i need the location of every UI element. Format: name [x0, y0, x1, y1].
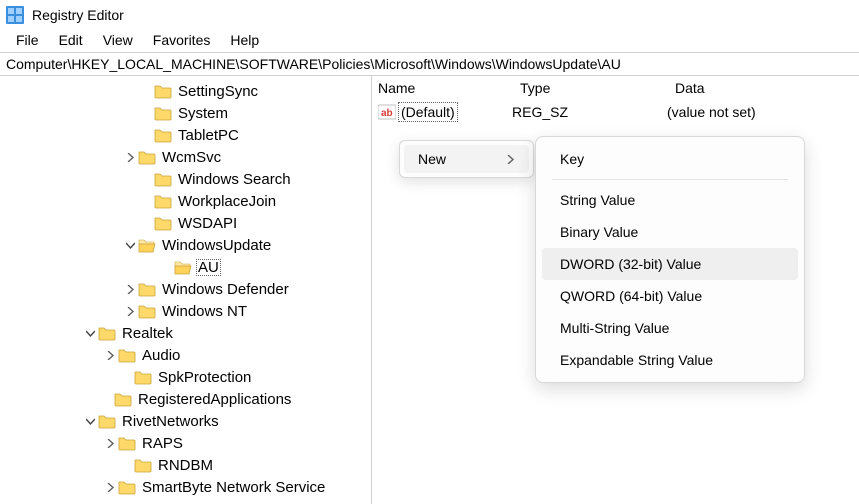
chevron-right-icon: [506, 151, 515, 167]
tree-item-selected-label: AU: [196, 259, 221, 276]
folder-open-icon: [174, 258, 192, 276]
tree-item-windows-search[interactable]: Windows Search: [2, 168, 371, 190]
chevron-right-icon[interactable]: [122, 278, 138, 300]
tree-item-tabletpc[interactable]: TabletPC: [2, 124, 371, 146]
folder-icon: [154, 192, 172, 210]
registry-editor-window: Registry Editor File Edit View Favorites…: [0, 0, 859, 504]
context-item-label: New: [418, 151, 446, 167]
regedit-app-icon: [6, 6, 24, 24]
tree-item-settingsync[interactable]: SettingSync: [2, 80, 371, 102]
folder-icon: [98, 324, 116, 342]
folder-icon: [118, 434, 136, 452]
address-bar[interactable]: Computer\HKEY_LOCAL_MACHINE\SOFTWARE\Pol…: [0, 52, 859, 76]
menu-separator: [552, 179, 788, 180]
tree-pane[interactable]: SettingSync System TabletPC WcmSvc Windo…: [0, 76, 372, 504]
tree-item-smartbyte[interactable]: SmartByte Network Service: [2, 476, 371, 498]
folder-icon: [154, 82, 172, 100]
menu-edit[interactable]: Edit: [49, 30, 93, 50]
column-headers: Name Type Data: [372, 76, 859, 100]
folder-icon: [154, 104, 172, 122]
tree-item-realtek[interactable]: Realtek: [2, 322, 371, 344]
value-row-default[interactable]: (Default) REG_SZ (value not set): [372, 100, 859, 124]
menubar: File Edit View Favorites Help: [0, 28, 859, 52]
tree-item-audio[interactable]: Audio: [2, 344, 371, 366]
string-value-icon: [378, 103, 396, 121]
address-path: Computer\HKEY_LOCAL_MACHINE\SOFTWARE\Pol…: [6, 56, 621, 72]
panes: SettingSync System TabletPC WcmSvc Windo…: [0, 76, 859, 504]
value-data: (value not set): [667, 104, 859, 120]
chevron-down-icon[interactable]: [122, 234, 138, 256]
tree-item-registeredapplications[interactable]: RegisteredApplications: [2, 388, 371, 410]
menu-file[interactable]: File: [6, 30, 49, 50]
window-title: Registry Editor: [32, 7, 124, 23]
menu-view[interactable]: View: [93, 30, 143, 50]
tree-item-au[interactable]: AU: [2, 256, 371, 278]
folder-icon: [134, 368, 152, 386]
titlebar: Registry Editor: [0, 0, 859, 28]
tree-item-rndbm[interactable]: RNDBM: [2, 454, 371, 476]
menu-favorites[interactable]: Favorites: [143, 30, 221, 50]
column-data[interactable]: Data: [669, 80, 859, 96]
chevron-right-icon[interactable]: [102, 432, 118, 454]
context-item-new[interactable]: New: [404, 145, 529, 173]
chevron-right-icon[interactable]: [102, 344, 118, 366]
submenu-dword-value[interactable]: DWORD (32-bit) Value: [542, 248, 798, 280]
context-menu: New: [399, 140, 534, 178]
chevron-right-icon[interactable]: [122, 146, 138, 168]
column-type[interactable]: Type: [514, 80, 669, 96]
submenu-qword-value[interactable]: QWORD (64-bit) Value: [542, 280, 798, 312]
folder-icon: [114, 390, 132, 408]
submenu-multi-string-value[interactable]: Multi-String Value: [542, 312, 798, 344]
folder-icon: [134, 456, 152, 474]
tree-item-spkprotection[interactable]: SpkProtection: [2, 366, 371, 388]
folder-icon: [118, 478, 136, 496]
folder-icon: [154, 214, 172, 232]
folder-icon: [154, 126, 172, 144]
value-type: REG_SZ: [512, 104, 667, 120]
tree-item-system[interactable]: System: [2, 102, 371, 124]
chevron-down-icon[interactable]: [82, 410, 98, 432]
menu-help[interactable]: Help: [220, 30, 269, 50]
submenu-string-value[interactable]: String Value: [542, 184, 798, 216]
tree-item-wsdapi[interactable]: WSDAPI: [2, 212, 371, 234]
folder-icon: [138, 148, 156, 166]
folder-open-icon: [138, 236, 156, 254]
chevron-right-icon[interactable]: [102, 476, 118, 498]
column-name[interactable]: Name: [372, 80, 514, 96]
tree-item-raps[interactable]: RAPS: [2, 432, 371, 454]
chevron-right-icon[interactable]: [122, 300, 138, 322]
submenu-expandable-string-value[interactable]: Expandable String Value: [542, 344, 798, 376]
submenu-key[interactable]: Key: [542, 143, 798, 175]
context-submenu-new: Key String Value Binary Value DWORD (32-…: [535, 136, 805, 383]
chevron-down-icon[interactable]: [82, 322, 98, 344]
folder-icon: [118, 346, 136, 364]
tree-item-windows-defender[interactable]: Windows Defender: [2, 278, 371, 300]
folder-icon: [154, 170, 172, 188]
tree-item-wcmsvc[interactable]: WcmSvc: [2, 146, 371, 168]
tree-item-rivetnetworks[interactable]: RivetNetworks: [2, 410, 371, 432]
folder-icon: [138, 280, 156, 298]
tree-item-windowsupdate[interactable]: WindowsUpdate: [2, 234, 371, 256]
tree-expand-icon: [138, 80, 154, 102]
tree-item-windows-nt[interactable]: Windows NT: [2, 300, 371, 322]
submenu-binary-value[interactable]: Binary Value: [542, 216, 798, 248]
folder-icon: [138, 302, 156, 320]
folder-icon: [98, 412, 116, 430]
value-name: (Default): [400, 104, 456, 120]
values-pane[interactable]: Name Type Data (Default) REG_SZ (value n…: [372, 76, 859, 504]
tree-item-workplacejoin[interactable]: WorkplaceJoin: [2, 190, 371, 212]
